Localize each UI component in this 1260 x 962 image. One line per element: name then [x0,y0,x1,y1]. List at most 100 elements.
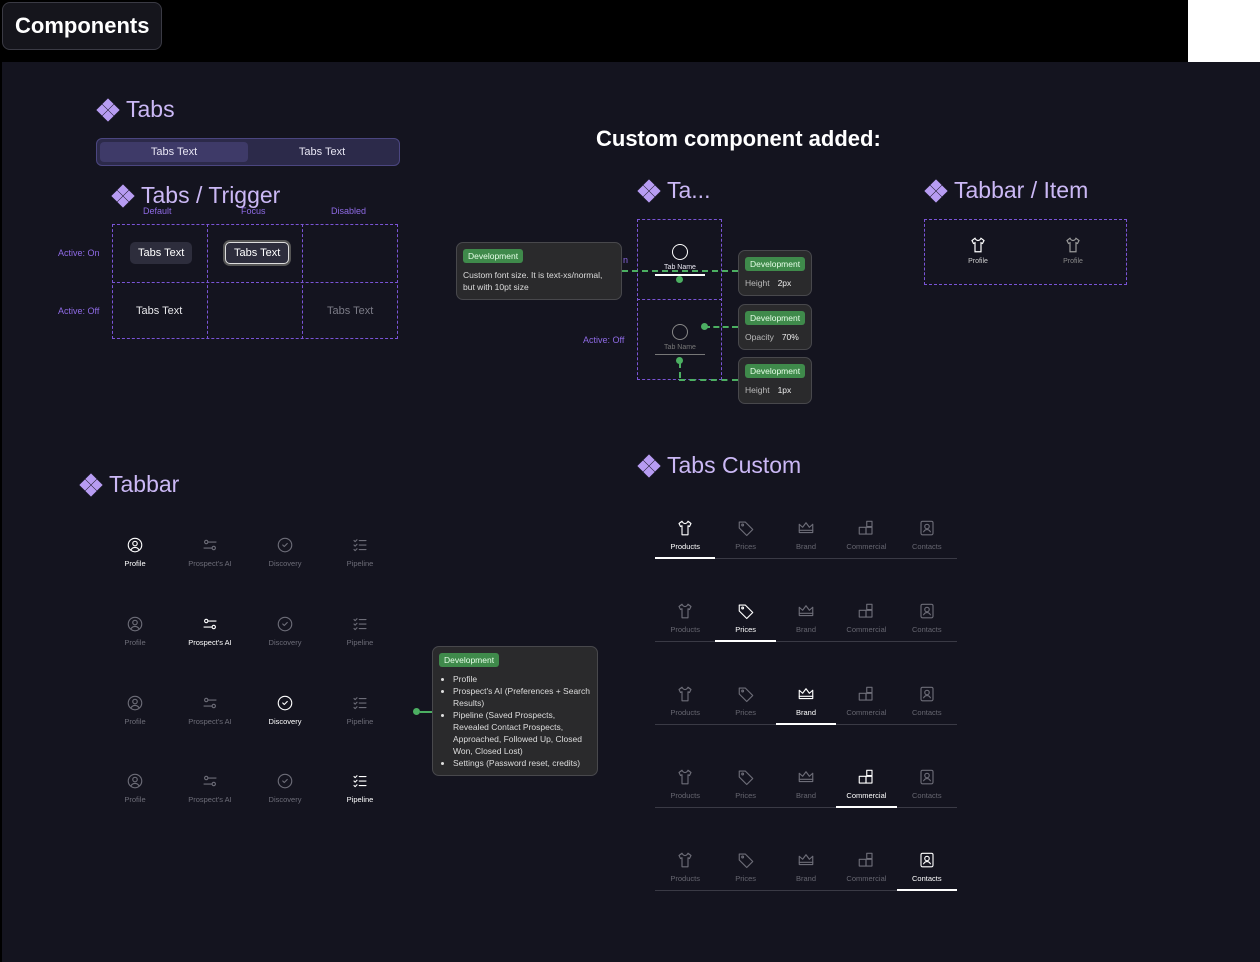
list-item: Prospect's AI (Preferences + Search Resu… [453,685,591,709]
search-circle-icon [277,695,293,711]
tabbar-tab-label: Discovery [268,638,302,647]
custom-tab[interactable]: Prices [715,515,775,558]
tabbar-item-active[interactable]: Profile [953,236,1003,265]
tabbar-tab[interactable]: Profile [100,615,170,647]
annotation-dot [413,708,420,715]
tabbar-tab[interactable]: Pipeline [325,694,395,726]
custom-tab-label: Prices [735,874,757,883]
crown-icon [798,854,814,866]
tabbar-title[interactable]: Tabbar [79,471,179,498]
annotation-dot [676,276,683,283]
annotation-dot [701,323,708,330]
custom-tab-label: Brand [796,791,817,800]
custom-tab[interactable]: Brand [775,681,837,725]
crown-icon [798,688,814,700]
search-circle-icon [277,773,293,789]
shirt-icon [678,603,692,619]
tabbar-tab-label: Pipeline [346,717,374,726]
tabbar-tab[interactable]: Discovery [250,536,320,568]
col-focus-label: Focus [241,206,266,216]
annotation-connector [420,711,432,713]
custom-tab[interactable]: Contacts [897,764,957,807]
tabbar-tab[interactable]: Profile [100,694,170,726]
blocks-icon [859,520,873,535]
tab-1[interactable]: Tabs Text [100,142,248,162]
custom-tab[interactable]: Contacts [897,681,957,724]
custom-tab[interactable]: Products [655,681,715,724]
custom-tab[interactable]: Contacts [896,847,958,891]
blocks-icon [859,686,873,701]
tabbar-tab-label: Profile [124,717,146,726]
dev-note-tabbar[interactable]: Development Profile Prospect's AI (Prefe… [432,646,598,776]
custom-tab[interactable]: Prices [715,598,777,642]
frame-title[interactable]: Components [2,2,163,50]
contact-icon [920,603,934,619]
tabbar-tab[interactable]: Pipeline [325,536,395,568]
custom-tab[interactable]: Brand [776,847,836,890]
blocks-icon [859,852,873,867]
contact-icon [920,769,934,785]
tabbar-tab[interactable]: Profile [100,772,170,804]
dev-note-height-top[interactable]: Development Height 2px [738,250,812,296]
custom-tab-row: Products Prices Brand Commercial Contacts [655,515,957,559]
tabbar-tab[interactable]: Prospect's AI [175,694,245,726]
component-icon [924,178,948,203]
custom-tab-label: Commercial [846,791,887,800]
custom-tab-label: Products [670,874,700,883]
dev-note-height-bottom[interactable]: Development Height 1px [738,357,812,404]
custom-tab[interactable]: Prices [715,847,775,890]
custom-tab[interactable]: Brand [776,764,836,807]
custom-tab[interactable]: Products [655,515,716,559]
tabbar-tab[interactable]: Discovery [250,615,320,647]
custom-tab-label: Products [670,625,700,634]
tabbar-tab[interactable]: Prospect's AI [175,772,245,804]
tabbar-tab[interactable]: Pipeline [325,772,395,804]
corner-block [1188,0,1260,62]
tabbar-tab[interactable]: Pipeline [325,615,395,647]
trigger-default-on[interactable]: Tabs Text [130,242,193,264]
tabbar-item-title[interactable]: Tabbar / Item [924,177,1088,204]
tabbar-tab[interactable]: Discovery [250,772,320,804]
custom-tab[interactable]: Brand [776,598,836,641]
trigger-component-title[interactable]: Tabs / Trigger [111,182,280,209]
ta-partial-label: n [623,255,629,265]
tabs-component-title[interactable]: Tabs [96,96,175,123]
dev-badge: Development [439,653,500,667]
custom-tab[interactable]: Contacts [897,598,957,641]
tabbar-item-inactive[interactable]: Profile [1048,236,1098,265]
dev-note-font[interactable]: Development Custom font size. It is text… [456,242,622,300]
tabbar-tab[interactable]: Prospect's AI [175,536,245,568]
dev-badge: Development [463,249,524,263]
top-bar: Components [0,0,1188,62]
custom-tab[interactable]: Commercial [836,598,896,641]
tabbar-tab-label: Discovery [268,559,302,568]
tabs-custom-title[interactable]: Tabs Custom [637,452,801,479]
custom-tab[interactable]: Commercial [836,681,896,724]
tab-2[interactable]: Tabs Text [248,142,396,162]
tabbar-tab[interactable]: Profile [100,536,170,568]
tabbar-tab[interactable]: Discovery [250,694,320,726]
ta-component-title[interactable]: Ta... [637,177,710,204]
custom-tab[interactable]: Prices [715,764,775,807]
custom-tab[interactable]: Products [655,598,715,641]
tabbar-tab-label: Prospect's AI [188,717,232,726]
component-icon [637,453,661,478]
custom-tab[interactable]: Commercial [836,515,896,558]
custom-tab[interactable]: Products [655,764,715,807]
annotation-dot [676,357,683,364]
annotation-connector [622,270,738,272]
custom-tab[interactable]: Commercial [836,764,898,808]
trigger-focus-on[interactable]: Tabs Text [225,242,290,264]
custom-tab[interactable]: Prices [715,681,775,724]
crown-icon [798,605,814,617]
inactive-underline [655,354,705,355]
custom-tab[interactable]: Contacts [897,515,957,558]
tabbar-tab[interactable]: Prospect's AI [175,615,245,647]
custom-tab[interactable]: Products [655,847,715,890]
custom-tab[interactable]: Brand [776,515,836,558]
ta-tab-off[interactable]: Tab Name [655,324,705,355]
custom-tab[interactable]: Commercial [836,847,896,890]
dev-note-text: Custom font size. It is text-xs/normal, … [463,270,603,292]
dev-note-opacity[interactable]: Development Opacity 70% [738,304,812,350]
trigger-default-off[interactable]: Tabs Text [128,300,190,322]
